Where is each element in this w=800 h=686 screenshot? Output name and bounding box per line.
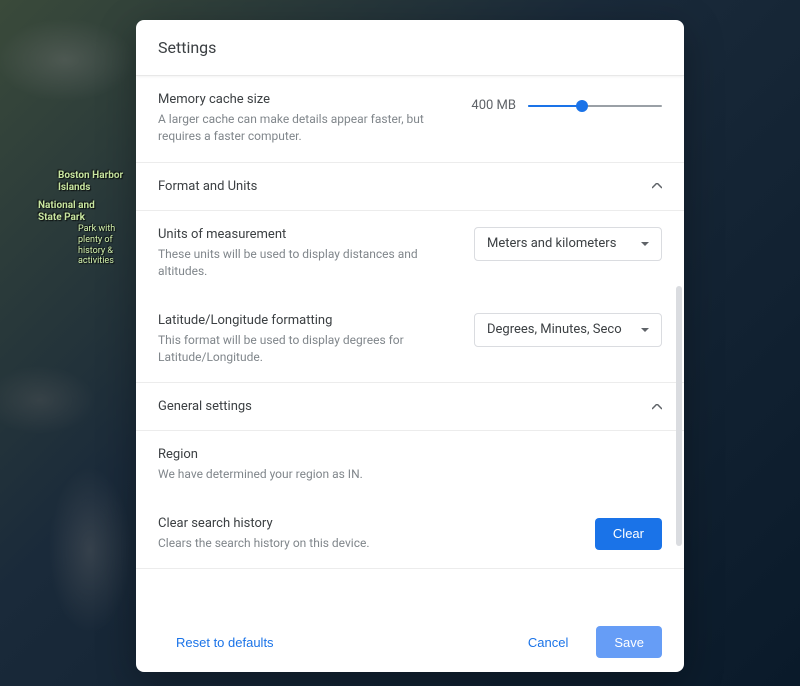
units-title: Units of measurement xyxy=(158,227,458,242)
clear-history-desc: Clears the search history on this device… xyxy=(158,535,579,552)
latlng-row: Latitude/Longitude formatting This forma… xyxy=(136,297,684,383)
dialog-header: Settings xyxy=(136,20,684,76)
region-title: Region xyxy=(158,447,662,462)
save-button[interactable]: Save xyxy=(596,626,662,658)
memory-cache-slider[interactable] xyxy=(528,99,662,113)
units-desc: These units will be used to display dist… xyxy=(158,246,458,281)
caret-down-icon xyxy=(641,242,649,246)
clear-history-row: Clear search history Clears the search h… xyxy=(136,500,684,568)
dialog-footer: Reset to defaults Cancel Save xyxy=(136,611,684,672)
section-title-general: General settings xyxy=(158,399,652,414)
latlng-dropdown[interactable]: Degrees, Minutes, Seco xyxy=(474,313,662,347)
chevron-up-icon xyxy=(652,402,662,412)
latlng-selected: Degrees, Minutes, Seco xyxy=(487,322,641,337)
reset-defaults-button[interactable]: Reset to defaults xyxy=(158,626,292,658)
memory-cache-value: 400 MB xyxy=(471,98,516,113)
caret-down-icon xyxy=(641,328,649,332)
settings-dialog: Settings Memory cache size A larger cach… xyxy=(136,20,684,672)
units-selected: Meters and kilometers xyxy=(487,236,641,251)
chevron-up-icon xyxy=(652,181,662,191)
scrollbar-thumb[interactable] xyxy=(676,286,682,546)
region-row: Region We have determined your region as… xyxy=(136,431,684,499)
latlng-desc: This format will be used to display degr… xyxy=(158,332,458,367)
units-row: Units of measurement These units will be… xyxy=(136,211,684,297)
memory-cache-title: Memory cache size xyxy=(158,92,455,107)
slider-thumb[interactable] xyxy=(576,100,588,112)
clear-history-title: Clear search history xyxy=(158,516,579,531)
dialog-title: Settings xyxy=(158,38,662,57)
cancel-button[interactable]: Cancel xyxy=(510,626,586,658)
section-title-format: Format and Units xyxy=(158,179,652,194)
dialog-body[interactable]: Memory cache size A larger cache can mak… xyxy=(136,76,684,611)
region-desc: We have determined your region as IN. xyxy=(158,466,662,483)
section-header-general[interactable]: General settings xyxy=(136,383,684,430)
section-header-format-units[interactable]: Format and Units xyxy=(136,163,684,210)
latlng-title: Latitude/Longitude formatting xyxy=(158,313,458,328)
map-poi-sublabel: Park withplenty ofhistory &activities xyxy=(78,224,115,267)
map-poi-label: National andState Park xyxy=(38,200,95,224)
clear-button[interactable]: Clear xyxy=(595,518,662,550)
memory-cache-desc: A larger cache can make details appear f… xyxy=(158,111,455,146)
map-poi-label: Boston HarborIslands xyxy=(58,170,123,194)
slider-fill xyxy=(528,105,582,107)
units-dropdown[interactable]: Meters and kilometers xyxy=(474,227,662,261)
memory-cache-row: Memory cache size A larger cache can mak… xyxy=(136,76,684,162)
